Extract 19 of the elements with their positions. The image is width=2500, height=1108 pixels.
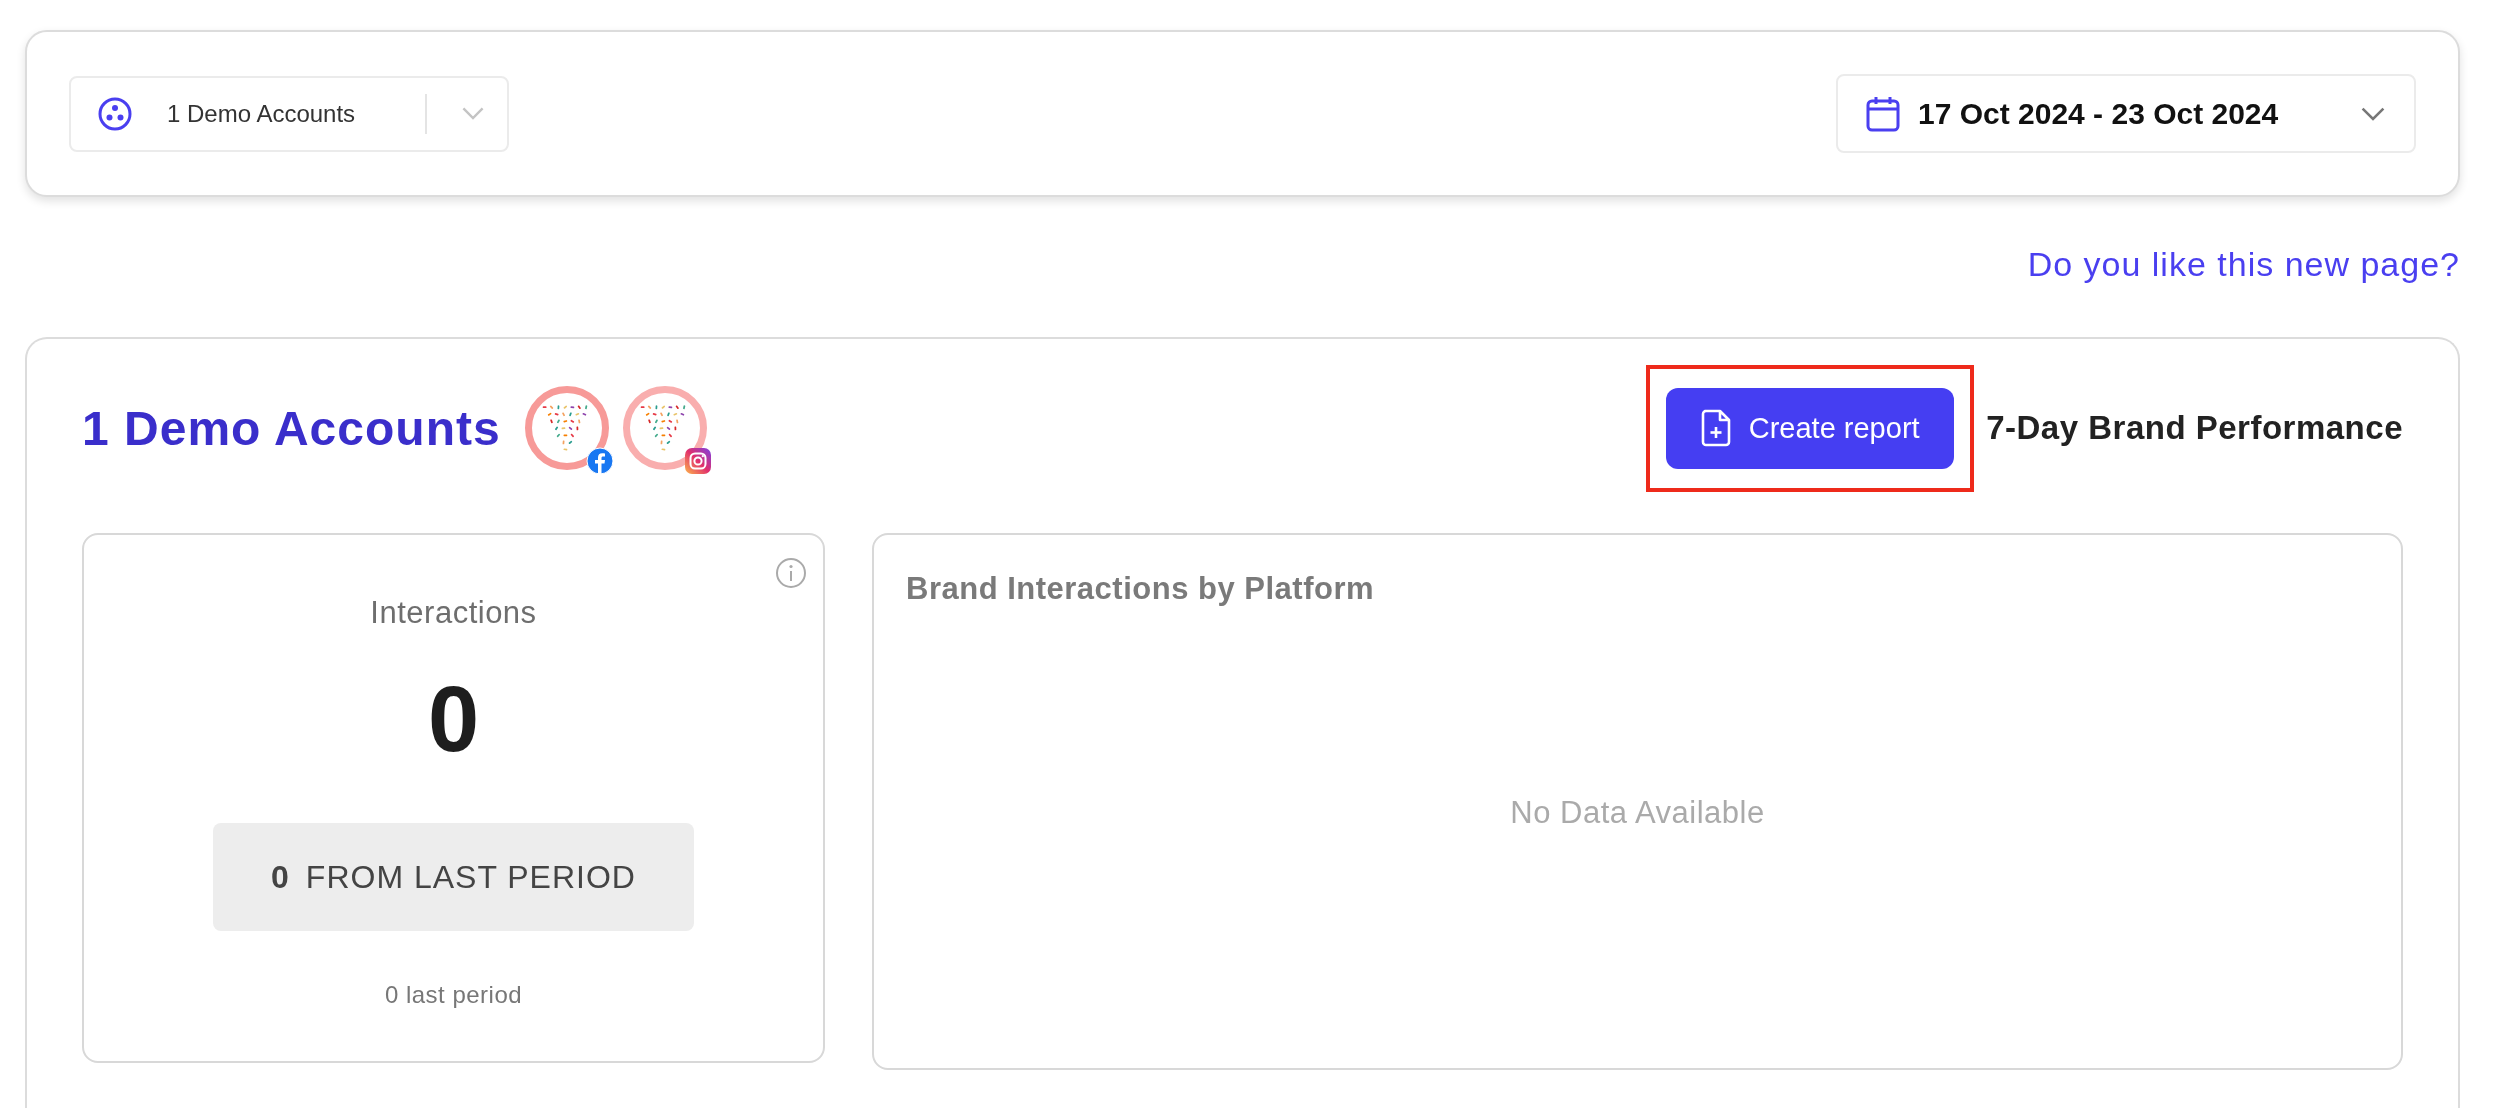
date-range-picker[interactable]: 17 Oct 2024 - 23 Oct 2024 <box>1836 74 2416 153</box>
info-icon[interactable] <box>775 557 807 589</box>
period-title: 7-Day Brand Performance <box>1986 409 2403 447</box>
accounts-icon <box>97 95 133 132</box>
overview-title: 1 Demo Accounts <box>82 400 501 456</box>
create-report-button[interactable]: Create report <box>1666 387 1955 469</box>
change-value: 0 <box>271 858 290 896</box>
chevron-down-icon <box>2360 105 2386 122</box>
change-label: FROM LAST PERIOD <box>305 858 636 896</box>
interactions-title: Interactions <box>370 595 537 631</box>
platform-card-title: Brand Interactions by Platform <box>906 571 1376 607</box>
chevron-down-icon <box>461 106 485 121</box>
file-plus-icon <box>1700 409 1731 447</box>
interactions-value: 0 <box>427 673 480 765</box>
calendar-icon <box>1866 95 1900 132</box>
empty-message: No Data Available <box>1510 795 1765 831</box>
account-select[interactable]: 1 Demo Accounts <box>69 75 509 152</box>
feedback-link[interactable]: Do you like this new page? <box>2027 245 2460 287</box>
previous-period-text: 0 last period <box>384 981 523 1009</box>
